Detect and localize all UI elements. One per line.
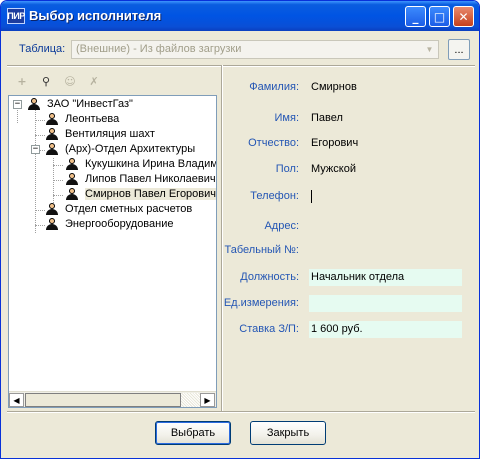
position-label: Должность: (240, 271, 299, 283)
maximize-button[interactable]: □ (429, 6, 450, 27)
tree-root-company[interactable]: − ЗАО "ИнвестГаз" (9, 97, 216, 112)
last-name-value: Смирнов (311, 81, 357, 93)
last-name-label: Фамилия: (249, 81, 299, 93)
window-title: Выбор исполнителя (29, 8, 162, 23)
tree-item-label: Отдел сметных расчетов (65, 203, 193, 215)
tree-item-label: Кукушкина Ирина Владимировна (85, 158, 217, 170)
text-cursor (311, 190, 312, 203)
title-bar[interactable]: ПИР Выбор исполнителя _ □ ✕ (1, 1, 479, 31)
patronymic-value: Егорович (311, 137, 359, 149)
add-icon[interactable]: + (14, 73, 30, 89)
remove-person-icon[interactable]: ✗ (86, 73, 102, 89)
table-select-value: (Внешние) - Из файлов загрузки (76, 43, 242, 55)
rate-value: 1 600 руб. (311, 323, 363, 335)
tree-item[interactable]: Энергооборудование (9, 217, 216, 232)
person-icon (65, 187, 79, 201)
horizontal-scrollbar[interactable]: ◀ ▶ (9, 391, 216, 407)
add-person-icon[interactable]: ☺ (62, 73, 78, 89)
tree-item[interactable]: Леонтьева (9, 112, 216, 127)
tree-item-selected[interactable]: Смирнов Павел Егорович (9, 187, 216, 202)
gender-value: Мужской (311, 163, 356, 175)
position-value: Начальник отдела (311, 271, 405, 283)
tree-item-label: Вентиляция шахт (65, 128, 155, 140)
dialog-window: ПИР Выбор исполнителя _ □ ✕ Таблица: (Вн… (0, 0, 480, 459)
browse-button[interactable]: ... (448, 39, 470, 60)
person-icon (45, 112, 59, 126)
unit-field[interactable] (309, 295, 462, 312)
org-tree[interactable]: − ЗАО "ИнвестГаз" Леонтьева Вентиляция ш… (8, 95, 217, 408)
tree-item-label: Леонтьева (65, 113, 120, 125)
rate-label: Ставка З/П: (239, 323, 299, 335)
minimize-button[interactable]: _ (405, 6, 426, 27)
unit-label: Ед.измерения: (223, 297, 299, 309)
tree-item[interactable]: Вентиляция шахт (9, 127, 216, 142)
scroll-right-icon[interactable]: ▶ (200, 393, 215, 407)
patronymic-label: Отчество: (248, 137, 299, 149)
app-icon: ПИР (7, 8, 25, 24)
vertical-divider (221, 65, 223, 411)
chevron-down-icon[interactable]: ▼ (422, 42, 437, 57)
tab-number-label: Табельный №: (224, 244, 299, 256)
address-label: Адрес: (264, 220, 299, 232)
close-button[interactable]: Закрыть (250, 421, 326, 445)
tree-item-label: Липов Павел Николаевич (85, 173, 216, 185)
divider (7, 65, 475, 67)
collapse-icon[interactable]: − (31, 145, 40, 154)
collapse-icon[interactable]: − (13, 100, 22, 109)
tree-item[interactable]: Липов Павел Николаевич (9, 172, 216, 187)
person-icon (65, 172, 79, 186)
department-icon (45, 127, 59, 141)
scroll-left-icon[interactable]: ◀ (9, 393, 24, 407)
select-button[interactable]: Выбрать (155, 421, 231, 445)
tree-item[interactable]: − (Арх)-Отдел Архитектуры (9, 142, 216, 157)
department-icon (45, 142, 59, 156)
find-icon[interactable]: ⚲ (38, 73, 54, 89)
tree-item[interactable]: Отдел сметных расчетов (9, 202, 216, 217)
first-name-value: Павел (311, 112, 343, 124)
department-icon (45, 202, 59, 216)
tree-item-label: Энергооборудование (65, 218, 174, 230)
department-icon (45, 217, 59, 231)
phone-label: Телефон: (250, 190, 299, 202)
company-icon (27, 97, 41, 111)
gender-label: Пол: (275, 163, 299, 175)
close-window-button[interactable]: ✕ (453, 6, 474, 27)
tree-item-label: ЗАО "ИнвестГаз" (47, 98, 133, 110)
first-name-label: Имя: (274, 112, 299, 124)
table-label: Таблица: (19, 43, 66, 55)
tree-item-label: (Арх)-Отдел Архитектуры (65, 143, 196, 155)
table-select[interactable]: (Внешние) - Из файлов загрузки ▼ (71, 40, 439, 59)
divider (7, 411, 475, 413)
person-icon (65, 157, 79, 171)
tree-item[interactable]: Кукушкина Ирина Владимировна (9, 157, 216, 172)
scroll-thumb[interactable] (25, 393, 181, 407)
tree-item-label: Смирнов Павел Егорович (85, 188, 217, 200)
